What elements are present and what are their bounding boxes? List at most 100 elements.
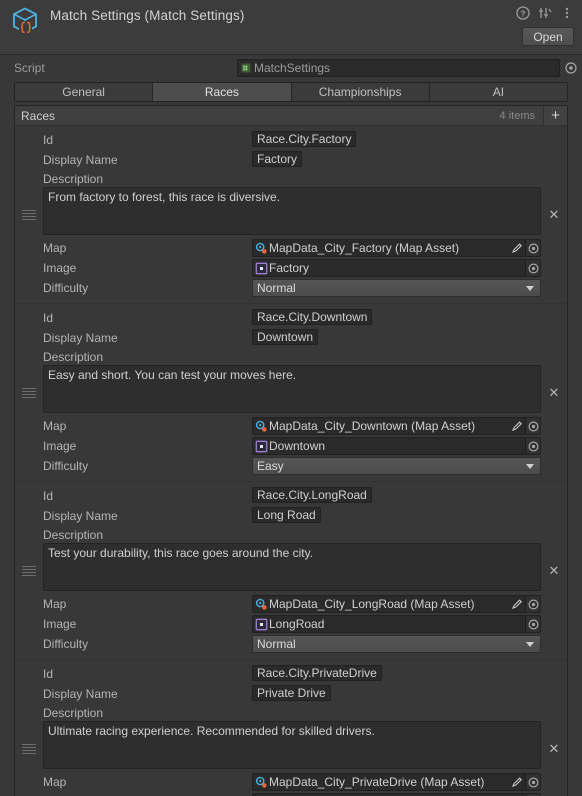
image-object-field[interactable]: Factory [252,259,541,277]
remove-item-button[interactable]: ✕ [547,741,561,756]
image-object-picker-icon[interactable] [525,438,540,454]
difficulty-dropdown[interactable]: Normal [252,279,541,297]
remove-item-button[interactable]: ✕ [547,385,561,400]
race-fields: Id Race.City.LongRoad Display Name Long … [43,482,541,659]
cs-script-icon [240,62,252,74]
race-fields: Id Race.City.PrivateDrive Display Name P… [43,660,541,796]
script-field[interactable]: MatchSettings [237,59,560,77]
map-object-picker-icon[interactable] [525,240,540,256]
image-object-field[interactable]: LongRoad [252,615,541,633]
map-asset-icon [255,242,268,255]
field-row-display-name: Display Name Private Drive [43,684,541,704]
tab-general[interactable]: General [15,83,154,101]
field-row-id: Id Race.City.Downtown [43,308,541,328]
image-object-picker-icon[interactable] [525,616,540,632]
image-object-picker-icon[interactable] [525,260,540,276]
map-object-field[interactable]: MapData_City_Downtown (Map Asset) [252,417,541,435]
tab-bar: General Races Championships AI [14,82,568,102]
edit-pencil-icon[interactable] [510,598,524,611]
id-input[interactable]: Race.City.Downtown [252,309,373,325]
id-input[interactable]: Race.City.PrivateDrive [252,665,382,681]
object-picker-icon[interactable] [564,61,578,75]
drag-handle[interactable] [22,209,36,220]
difficulty-dropdown[interactable]: Easy [252,457,541,475]
add-item-button[interactable]: + [543,106,567,125]
field-row-difficulty: Difficulty Easy [43,456,541,476]
map-object-picker-icon[interactable] [525,596,540,612]
tab-races[interactable]: Races [153,83,292,101]
image-asset-name: Downtown [269,439,326,453]
map-label: Map [43,597,67,611]
tab-championships[interactable]: Championships [291,83,430,101]
map-object-picker-icon[interactable] [525,774,540,790]
field-row-map: Map MapData_City_Downtown (Map Asset) [43,416,541,436]
field-row-display-name: Display Name Factory [43,150,541,170]
display-name-input[interactable]: Private Drive [252,685,331,701]
field-row-id: Id Race.City.Factory [43,130,541,150]
drag-handle[interactable] [22,743,36,754]
image-label: Image [43,261,77,275]
field-row-image: Image Downtown [43,436,541,456]
list-item-count: 4 items [499,109,535,122]
drag-handle[interactable] [22,565,36,576]
script-row: Script MatchSettings [0,58,582,78]
display-name-input[interactable]: Factory [252,151,303,167]
description-label: Description [43,706,104,720]
sprite-asset-icon [255,618,268,631]
difficulty-dropdown[interactable]: Normal [252,635,541,653]
map-asset-icon [255,598,268,611]
open-button[interactable]: Open [522,27,574,46]
list-title: Races [21,108,56,123]
difficulty-value: Easy [257,459,284,473]
description-input[interactable]: Ultimate racing experience. Recommended … [43,721,541,769]
id-input[interactable]: Race.City.Factory [252,131,357,147]
chevron-down-icon [526,641,534,647]
field-row-image: Image LongRoad [43,614,541,634]
help-icon[interactable]: ? [516,6,530,20]
remove-item-button[interactable]: ✕ [547,563,561,578]
id-label: Id [43,489,54,503]
display-name-input[interactable]: Downtown [252,329,319,345]
image-asset-name: Factory [269,261,310,275]
map-object-field[interactable]: MapData_City_Factory (Map Asset) [252,239,541,257]
display-name-label: Display Name [43,153,118,167]
chevron-down-icon [526,463,534,469]
field-row-id: Id Race.City.PrivateDrive [43,664,541,684]
preset-sliders-icon[interactable] [538,6,552,20]
map-object-field[interactable]: MapData_City_PrivateDrive (Map Asset) [252,773,541,791]
description-input[interactable]: Easy and short. You can test your moves … [43,365,541,413]
scriptable-object-icon [8,4,42,38]
description-input[interactable]: From factory to forest, this race is div… [43,187,541,235]
table-row: ✕ Id Race.City.LongRoad Display Name Lon… [15,482,567,660]
difficulty-value: Normal [257,281,296,295]
display-name-label: Display Name [43,331,118,345]
image-object-field[interactable]: Downtown [252,437,541,455]
map-object-field[interactable]: MapData_City_LongRoad (Map Asset) [252,595,541,613]
race-fields: Id Race.City.Factory Display Name Factor… [43,126,541,303]
display-name-control: Factory [252,151,541,169]
races-list-panel: Races 4 items + ✕ Id Race.City.Factory D… [14,105,568,796]
edit-pencil-icon[interactable] [510,242,524,255]
display-name-label: Display Name [43,687,118,701]
drag-handle[interactable] [22,387,36,398]
edit-pencil-icon[interactable] [510,776,524,789]
svg-text:?: ? [520,8,525,18]
display-name-label: Display Name [43,509,118,523]
field-row-map: Map MapData_City_Factory (Map Asset) [43,238,541,258]
id-label: Id [43,133,54,147]
table-row: ✕ Id Race.City.Downtown Display Name Dow… [15,304,567,482]
id-input[interactable]: Race.City.LongRoad [252,487,372,503]
sprite-asset-icon [255,440,268,453]
display-name-input[interactable]: Long Road [252,507,321,523]
remove-item-button[interactable]: ✕ [547,207,561,222]
sprite-asset-icon [255,262,268,275]
tab-ai[interactable]: AI [429,83,567,101]
image-label: Image [43,439,77,453]
map-object-picker-icon[interactable] [525,418,540,434]
table-row: ✕ Id Race.City.Factory Display Name Fact… [15,126,567,304]
more-vertical-icon[interactable] [560,6,574,20]
edit-pencil-icon[interactable] [510,420,524,433]
chevron-down-icon [526,285,534,291]
description-input[interactable]: Test your durability, this race goes aro… [43,543,541,591]
field-row-difficulty: Difficulty Normal [43,278,541,298]
